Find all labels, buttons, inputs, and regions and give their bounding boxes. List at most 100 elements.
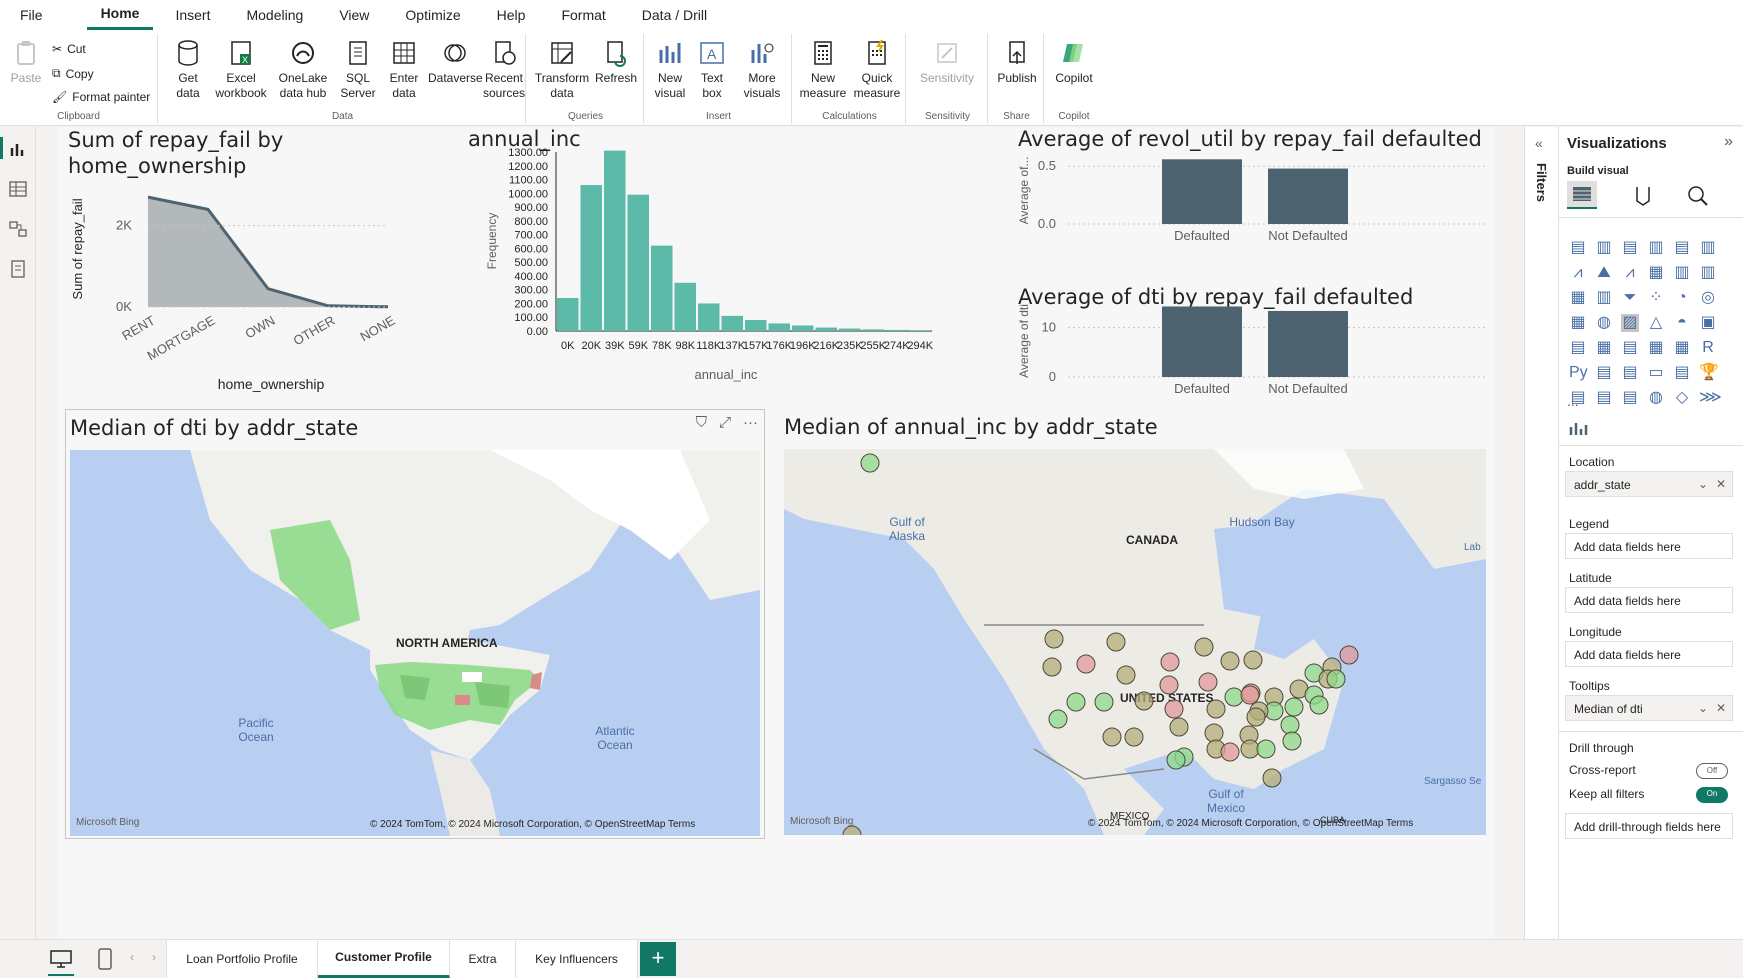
menu-data-drill[interactable]: Data / Drill	[628, 0, 721, 30]
desktop-layout-icon[interactable]	[50, 950, 72, 968]
focus-mode-icon[interactable]: ⤢	[719, 414, 731, 431]
copy-button[interactable]: ⧉ Copy	[52, 66, 94, 81]
format-painter-button[interactable]: 🖌 Format painter	[52, 90, 150, 104]
keep-filters-toggle[interactable]: On	[1696, 787, 1728, 803]
visual-type-icon[interactable]: R	[1699, 339, 1717, 357]
add-page-button[interactable]: +	[640, 942, 676, 976]
legend-well[interactable]: Add data fields here	[1565, 533, 1733, 559]
paste-button[interactable]: Paste	[6, 38, 46, 86]
location-well[interactable]: addr_state ⌄ ✕	[1565, 471, 1733, 497]
map2-copyright[interactable]: © 2024 TomTom, © 2024 Microsoft Corporat…	[1088, 818, 1413, 829]
menu-format[interactable]: Format	[547, 0, 619, 30]
refresh-button[interactable]: Refresh	[592, 38, 640, 86]
tab-key-influencers[interactable]: Key Influencers	[516, 940, 638, 978]
sql-server-button[interactable]: SQL Server	[336, 38, 380, 101]
annual-inc-map[interactable]: Gulf of Alaska CANADA Hudson Bay UNITED …	[784, 449, 1486, 835]
mobile-layout-icon[interactable]	[98, 948, 112, 970]
model-view-icon[interactable]	[8, 219, 28, 239]
new-visual-button[interactable]: New visual	[650, 38, 690, 101]
visual-type-icon[interactable]: ▥	[1647, 239, 1665, 257]
visual-type-icon[interactable]: ◍	[1647, 389, 1665, 407]
visual-type-icon[interactable]: ▣	[1699, 314, 1717, 332]
visual-type-icon[interactable]: ◎	[1699, 289, 1717, 307]
custom-visual-icon[interactable]	[1569, 419, 1589, 437]
menu-insert[interactable]: Insert	[161, 0, 224, 30]
tab-loan-portfolio-profile[interactable]: Loan Portfolio Profile	[166, 940, 318, 978]
cut-button[interactable]: ✂ Cut	[52, 42, 86, 56]
visual-type-icon[interactable]: ◇	[1673, 389, 1691, 407]
visual-type-icon[interactable]: ▦	[1595, 339, 1613, 357]
prev-page-icon[interactable]: ‹	[130, 950, 134, 964]
visual-type-icon[interactable]: ▤	[1621, 389, 1639, 407]
visual-type-icon[interactable]: ▭	[1647, 364, 1665, 382]
visual-type-icon[interactable]: ▦	[1647, 339, 1665, 357]
text-box-button[interactable]: A Text box	[692, 38, 732, 101]
visual-type-icon[interactable]: ▤	[1673, 364, 1691, 382]
visual-type-icon[interactable]: ◔	[1673, 289, 1691, 307]
more-visuals-button[interactable]: More visuals	[736, 38, 788, 101]
visual-type-icon[interactable]: ▤	[1621, 339, 1639, 357]
tab-extra[interactable]: Extra	[450, 940, 516, 978]
onelake-button[interactable]: OneLake data hub	[274, 38, 332, 101]
visual-type-icon[interactable]: ▥	[1673, 264, 1691, 282]
menu-help[interactable]: Help	[483, 0, 540, 30]
visual-type-icon[interactable]: ▥	[1699, 264, 1717, 282]
longitude-well[interactable]: Add data fields here	[1565, 641, 1733, 667]
visual-type-icon[interactable]: ▤	[1569, 239, 1587, 257]
visual-type-icon[interactable]: ▨	[1621, 314, 1639, 332]
visual-type-icon[interactable]: ▤	[1595, 389, 1613, 407]
visual-type-icon[interactable]: ⩘	[1569, 264, 1587, 282]
dti-map[interactable]: NORTH AMERICA Pacific Ocean Atlantic Oce…	[70, 450, 760, 836]
visual-type-icon[interactable]: ▦	[1569, 314, 1587, 332]
visual-type-icon[interactable]: Py	[1569, 364, 1588, 382]
recent-sources-button[interactable]: Recent sources	[482, 38, 526, 101]
visual-type-icon[interactable]: ⩘	[1621, 264, 1639, 282]
collapse-left-icon[interactable]: «	[1535, 135, 1543, 151]
visual-type-icon[interactable]: ⋙	[1699, 389, 1722, 407]
new-measure-button[interactable]: New measure	[798, 38, 848, 101]
sensitivity-button[interactable]: Sensitivity	[914, 38, 980, 86]
visual-type-icon[interactable]: ▤	[1673, 239, 1691, 257]
filter-icon[interactable]: ⛉	[696, 414, 707, 431]
visual-type-icon[interactable]: ⁘	[1647, 289, 1665, 307]
quick-measure-button[interactable]: Quick measure	[850, 38, 904, 101]
visual-type-icon[interactable]: ▦	[1673, 339, 1691, 357]
remove-field-icon[interactable]: ✕	[1716, 477, 1726, 491]
dataverse-button[interactable]: Dataverse	[428, 38, 483, 86]
visual-type-icon[interactable]: 🏆	[1699, 364, 1719, 382]
report-view-icon[interactable]	[8, 139, 28, 159]
menu-view[interactable]: View	[325, 0, 383, 30]
latitude-well[interactable]: Add data fields here	[1565, 587, 1733, 613]
annual-inc-map-visual[interactable]: Median of annual_inc by addr_state Gulf …	[784, 409, 1494, 839]
visual-type-icon[interactable]: ▤	[1569, 339, 1587, 357]
dti-map-visual[interactable]: Median of dti by addr_state ⛉ ⤢ ··· NORT…	[65, 409, 765, 839]
histogram-visual[interactable]: annual_inc 1300.00 1200.00 1100.00 1000.00 9…	[466, 127, 946, 447]
visual-type-icon[interactable]: ▥	[1699, 239, 1717, 257]
publish-button[interactable]: Publish	[994, 38, 1040, 86]
visual-type-icon[interactable]: ◍	[1595, 314, 1613, 332]
chevron-down-icon-2[interactable]: ⌄	[1698, 701, 1708, 715]
menu-home[interactable]: Home	[86, 0, 154, 30]
filters-pane[interactable]: « Filters	[1524, 127, 1558, 939]
copilot-button[interactable]: Copilot	[1050, 38, 1098, 86]
next-page-icon[interactable]: ›	[152, 950, 156, 964]
area-chart-visual[interactable]: Sum of repay_fail by home_ownership 2K 0K…	[66, 127, 456, 447]
remove-field-icon-2[interactable]: ✕	[1716, 701, 1726, 715]
more-visuals-ellipsis[interactable]: ...	[1567, 393, 1579, 409]
table-view-icon[interactable]	[8, 179, 28, 199]
get-data-button[interactable]: Get data	[168, 38, 208, 101]
revol-util-bar-visual[interactable]: Average of revol_util by repay_fail defa…	[1016, 127, 1494, 267]
drill-through-well[interactable]: Add drill-through fields here	[1565, 813, 1733, 839]
chevron-down-icon[interactable]: ⌄	[1698, 477, 1708, 491]
visual-type-icon[interactable]: ▥	[1595, 239, 1613, 257]
tooltips-well[interactable]: Median of dti ⌄ ✕	[1565, 695, 1733, 721]
menu-modeling[interactable]: Modeling	[232, 0, 317, 30]
cross-report-toggle[interactable]: Off	[1696, 763, 1728, 779]
visual-type-icon[interactable]: ▤	[1621, 239, 1639, 257]
menu-optimize[interactable]: Optimize	[391, 0, 474, 30]
excel-workbook-button[interactable]: X Excel workbook	[214, 38, 268, 101]
visual-type-icon[interactable]: △	[1647, 314, 1665, 332]
transform-data-button[interactable]: Transform data	[534, 38, 590, 101]
visual-type-icon[interactable]: ▤	[1621, 364, 1639, 382]
visual-type-icon[interactable]: ◓	[1673, 314, 1691, 332]
